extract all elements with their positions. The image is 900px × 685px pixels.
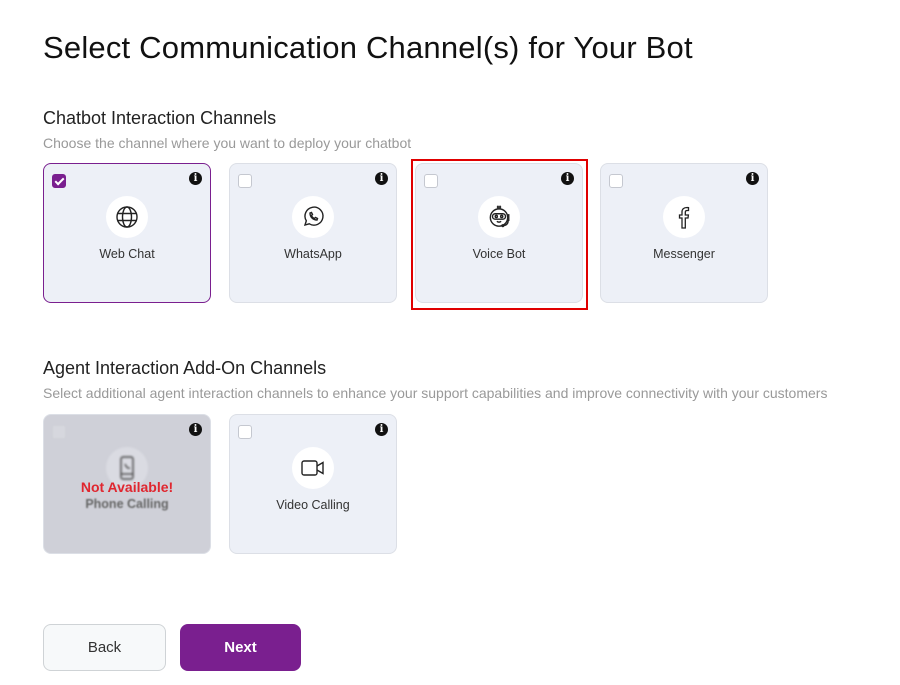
channel-card-web-chat[interactable]: i Web Chat <box>43 163 211 303</box>
web-chat-checkbox[interactable] <box>52 174 66 188</box>
whatsapp-checkbox[interactable] <box>238 174 252 188</box>
channel-card-voice-bot[interactable]: i Voice Bot <box>415 163 583 303</box>
channel-label: Video Calling <box>276 498 350 512</box>
phone-calling-checkbox <box>52 425 66 439</box>
whatsapp-icon <box>292 196 334 238</box>
info-icon[interactable]: i <box>189 172 202 185</box>
channel-label: Web Chat <box>99 247 155 261</box>
channel-card-whatsapp[interactable]: i WhatsApp <box>229 163 397 303</box>
voice-bot-checkbox[interactable] <box>424 174 438 188</box>
info-icon[interactable]: i <box>375 172 388 185</box>
chatbot-section-subtitle: Choose the channel where you want to dep… <box>43 135 412 151</box>
info-icon[interactable]: i <box>189 423 202 436</box>
channel-card-video-calling[interactable]: i Video Calling <box>229 414 397 554</box>
channel-label: WhatsApp <box>284 247 342 261</box>
video-camera-icon <box>292 447 334 489</box>
back-button[interactable]: Back <box>43 624 166 671</box>
channel-card-phone-calling: i Phone Calling Not Available! <box>43 414 211 554</box>
facebook-icon <box>663 196 705 238</box>
channel-card-messenger[interactable]: i Messenger <box>600 163 768 303</box>
next-button[interactable]: Next <box>180 624 301 671</box>
info-icon[interactable]: i <box>746 172 759 185</box>
agent-section-title: Agent Interaction Add-On Channels <box>43 358 327 378</box>
voice-bot-icon <box>478 196 520 238</box>
globe-icon <box>106 196 148 238</box>
info-icon[interactable]: i <box>561 172 574 185</box>
agent-section-subtitle: Select additional agent interaction chan… <box>43 385 828 401</box>
chatbot-section-title: Chatbot Interaction Channels <box>43 108 277 128</box>
channel-label: Phone Calling <box>85 497 169 511</box>
not-available-label: Not Available! <box>80 479 174 495</box>
channel-label: Voice Bot <box>472 247 526 261</box>
page-title: Select Communication Channel(s) for Your… <box>43 30 693 65</box>
messenger-checkbox[interactable] <box>609 174 623 188</box>
channel-label: Messenger <box>653 247 715 261</box>
info-icon[interactable]: i <box>375 423 388 436</box>
video-calling-checkbox[interactable] <box>238 425 252 439</box>
